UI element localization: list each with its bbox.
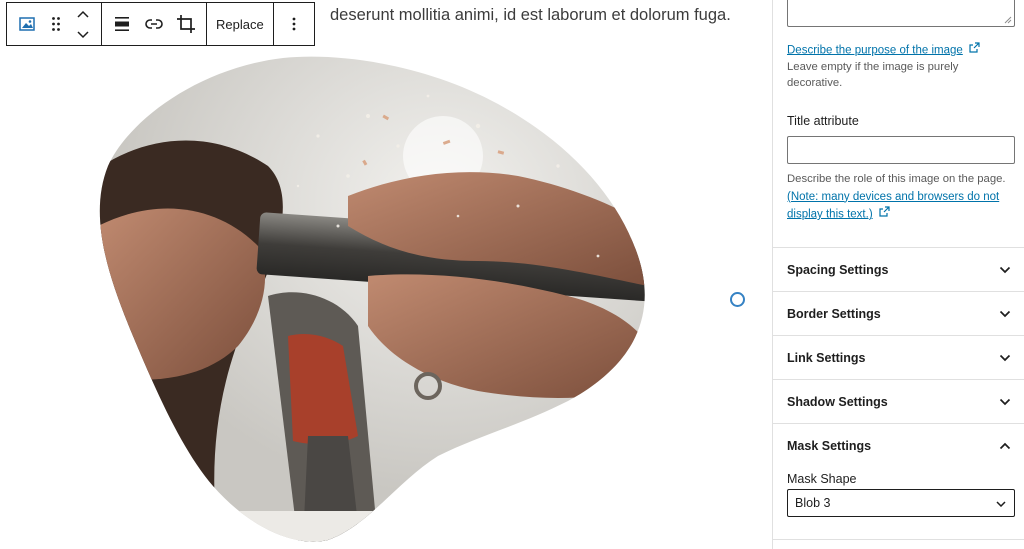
move-up-icon[interactable] — [77, 3, 89, 24]
crop-icon[interactable] — [170, 3, 202, 45]
title-help: Describe the role of this image on the p… — [787, 171, 1015, 223]
move-controls — [69, 3, 97, 45]
panel-spacing-settings[interactable]: Spacing Settings — [773, 247, 1024, 291]
toolbar-group-block — [7, 3, 102, 45]
title-help-text: Describe the role of this image on the p… — [787, 173, 1006, 185]
link-icon[interactable] — [138, 3, 170, 45]
settings-sidebar: Describe the purpose of the image Leave … — [772, 0, 1024, 549]
toolbar-group-more — [274, 3, 314, 45]
panel-title: Spacing Settings — [787, 262, 889, 277]
drag-handle-icon[interactable] — [43, 3, 69, 45]
title-attribute-input[interactable] — [787, 136, 1015, 164]
alt-help-link[interactable]: Describe the purpose of the image — [787, 44, 963, 56]
panel-title: Link Settings — [787, 350, 866, 365]
alt-text-textarea[interactable] — [787, 0, 1015, 27]
alt-help: Describe the purpose of the image Leave … — [787, 41, 1015, 92]
move-down-icon[interactable] — [77, 24, 89, 45]
resize-handle[interactable] — [730, 292, 745, 307]
chevron-down-icon — [999, 305, 1011, 323]
panel-mask-settings[interactable]: Mask Settings — [773, 423, 1024, 467]
panel-title: Border Settings — [787, 306, 881, 321]
panel-divider — [773, 539, 1024, 540]
mask-shape-value: Blob 3 — [795, 496, 831, 510]
title-attribute-label: Title attribute — [787, 114, 859, 128]
chevron-down-icon — [999, 393, 1011, 411]
mask-shape-select[interactable]: Blob 3 — [787, 489, 1015, 517]
panel-title: Shadow Settings — [787, 394, 888, 409]
align-icon[interactable] — [106, 3, 138, 45]
toolbar-group-replace: Replace — [207, 3, 274, 45]
more-options-icon[interactable] — [278, 3, 310, 45]
block-toolbar: Replace — [6, 2, 315, 46]
mask-shape-label: Mask Shape — [787, 472, 857, 486]
replace-button[interactable]: Replace — [209, 3, 271, 45]
panel-border-settings[interactable]: Border Settings — [773, 291, 1024, 335]
resize-grip-icon[interactable] — [1004, 16, 1012, 24]
chevron-up-icon — [999, 437, 1011, 455]
panel-title: Mask Settings — [787, 438, 872, 453]
external-link-icon — [879, 205, 890, 222]
chevron-down-icon — [999, 349, 1011, 367]
title-help-link[interactable]: (Note: many devices and browsers do not … — [787, 191, 999, 221]
image-icon[interactable] — [11, 3, 43, 45]
masked-image[interactable] — [98, 56, 648, 542]
panel-shadow-settings[interactable]: Shadow Settings — [773, 379, 1024, 423]
alt-help-text: Leave empty if the image is purely decor… — [787, 60, 959, 90]
paragraph-text: deserunt mollitia animi, id est laborum … — [330, 6, 731, 24]
panel-link-settings[interactable]: Link Settings — [773, 335, 1024, 379]
chevron-down-icon — [996, 496, 1006, 510]
chevron-down-icon — [999, 261, 1011, 279]
toolbar-group-format — [102, 3, 207, 45]
editor-canvas: deserunt mollitia animi, id est laborum … — [0, 0, 772, 549]
external-link-icon — [969, 41, 980, 58]
